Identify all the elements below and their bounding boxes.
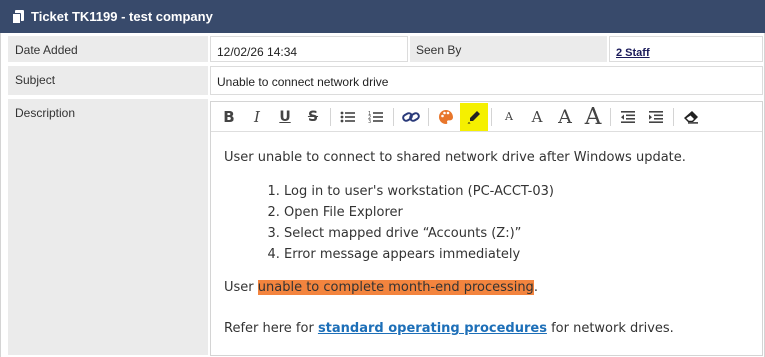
svg-text:3: 3	[368, 119, 371, 124]
list-item: Log in to user's workstation (PC-ACCT-03…	[284, 181, 762, 202]
subject-field[interactable]: Unable to connect network drive	[210, 66, 763, 95]
list-item: Select mapped drive “Accounts (Z:)”	[284, 223, 762, 244]
impact-suffix: .	[533, 280, 538, 295]
subject-label: Subject	[8, 66, 208, 95]
refer-suffix: for network drives.	[546, 321, 674, 336]
italic-icon[interactable]: I	[243, 103, 271, 131]
link-icon[interactable]	[397, 103, 425, 131]
toolbar-separator	[673, 107, 674, 126]
outdent-icon[interactable]	[614, 103, 642, 131]
list-item: Open File Explorer	[284, 202, 762, 223]
underline-icon[interactable]: U	[271, 103, 299, 131]
font-size-small-icon[interactable]: A	[495, 103, 523, 131]
description-editor[interactable]: B I U S 123 A A A A User unable to conne…	[210, 101, 763, 356]
toolbar-separator	[330, 107, 331, 126]
description-intro: User unable to connect to shared network…	[224, 150, 686, 165]
impact-prefix: User	[224, 280, 258, 295]
copy-icon	[11, 9, 25, 24]
ticket-title: Ticket TK1199 - test company	[31, 9, 213, 24]
seen-by-label: Seen By	[410, 36, 607, 62]
ticket-details-panel: Date Added 12/02/26 14:34 Seen By 2 Staf…	[0, 33, 765, 357]
font-size-medium-icon[interactable]: A	[523, 103, 551, 131]
palette-icon[interactable]	[432, 103, 460, 131]
ticket-title-bar: Ticket TK1199 - test company	[0, 0, 765, 33]
toolbar-separator	[491, 107, 492, 126]
font-size-xlarge-icon[interactable]: A	[579, 103, 607, 131]
list-item: Error message appears immediately	[284, 244, 762, 265]
strikethrough-icon[interactable]: S	[299, 103, 327, 131]
impact-paragraph: User unable to complete month-end proces…	[224, 277, 762, 298]
bold-icon[interactable]: B	[215, 103, 243, 131]
seen-by-staff-link[interactable]: 2 Staff	[616, 47, 650, 59]
steps-list: Log in to user's workstation (PC-ACCT-03…	[224, 181, 762, 265]
font-size-large-icon[interactable]: A	[551, 103, 579, 131]
numbered-list-icon[interactable]: 123	[362, 103, 390, 131]
toolbar-separator	[428, 107, 429, 126]
toolbar-separator	[393, 107, 394, 126]
date-added-value: 12/02/26 14:34	[210, 36, 408, 62]
editor-toolbar: B I U S 123 A A A A	[211, 102, 762, 132]
bullet-list-icon[interactable]	[334, 103, 362, 131]
refer-paragraph: Refer here for standard operating proced…	[224, 318, 762, 339]
highlighted-text: unable to complete month-end processing	[257, 280, 534, 295]
toolbar-separator	[610, 107, 611, 126]
indent-icon[interactable]	[642, 103, 670, 131]
eraser-icon[interactable]	[677, 103, 705, 131]
date-added-label: Date Added	[8, 36, 208, 62]
highlighter-icon[interactable]	[460, 102, 488, 131]
seen-by-value-cell: 2 Staff	[609, 36, 763, 62]
sop-link[interactable]: standard operating procedures	[318, 321, 547, 336]
description-content[interactable]: User unable to connect to shared network…	[211, 132, 762, 339]
refer-prefix: Refer here for	[224, 321, 318, 336]
description-label: Description	[8, 99, 208, 355]
